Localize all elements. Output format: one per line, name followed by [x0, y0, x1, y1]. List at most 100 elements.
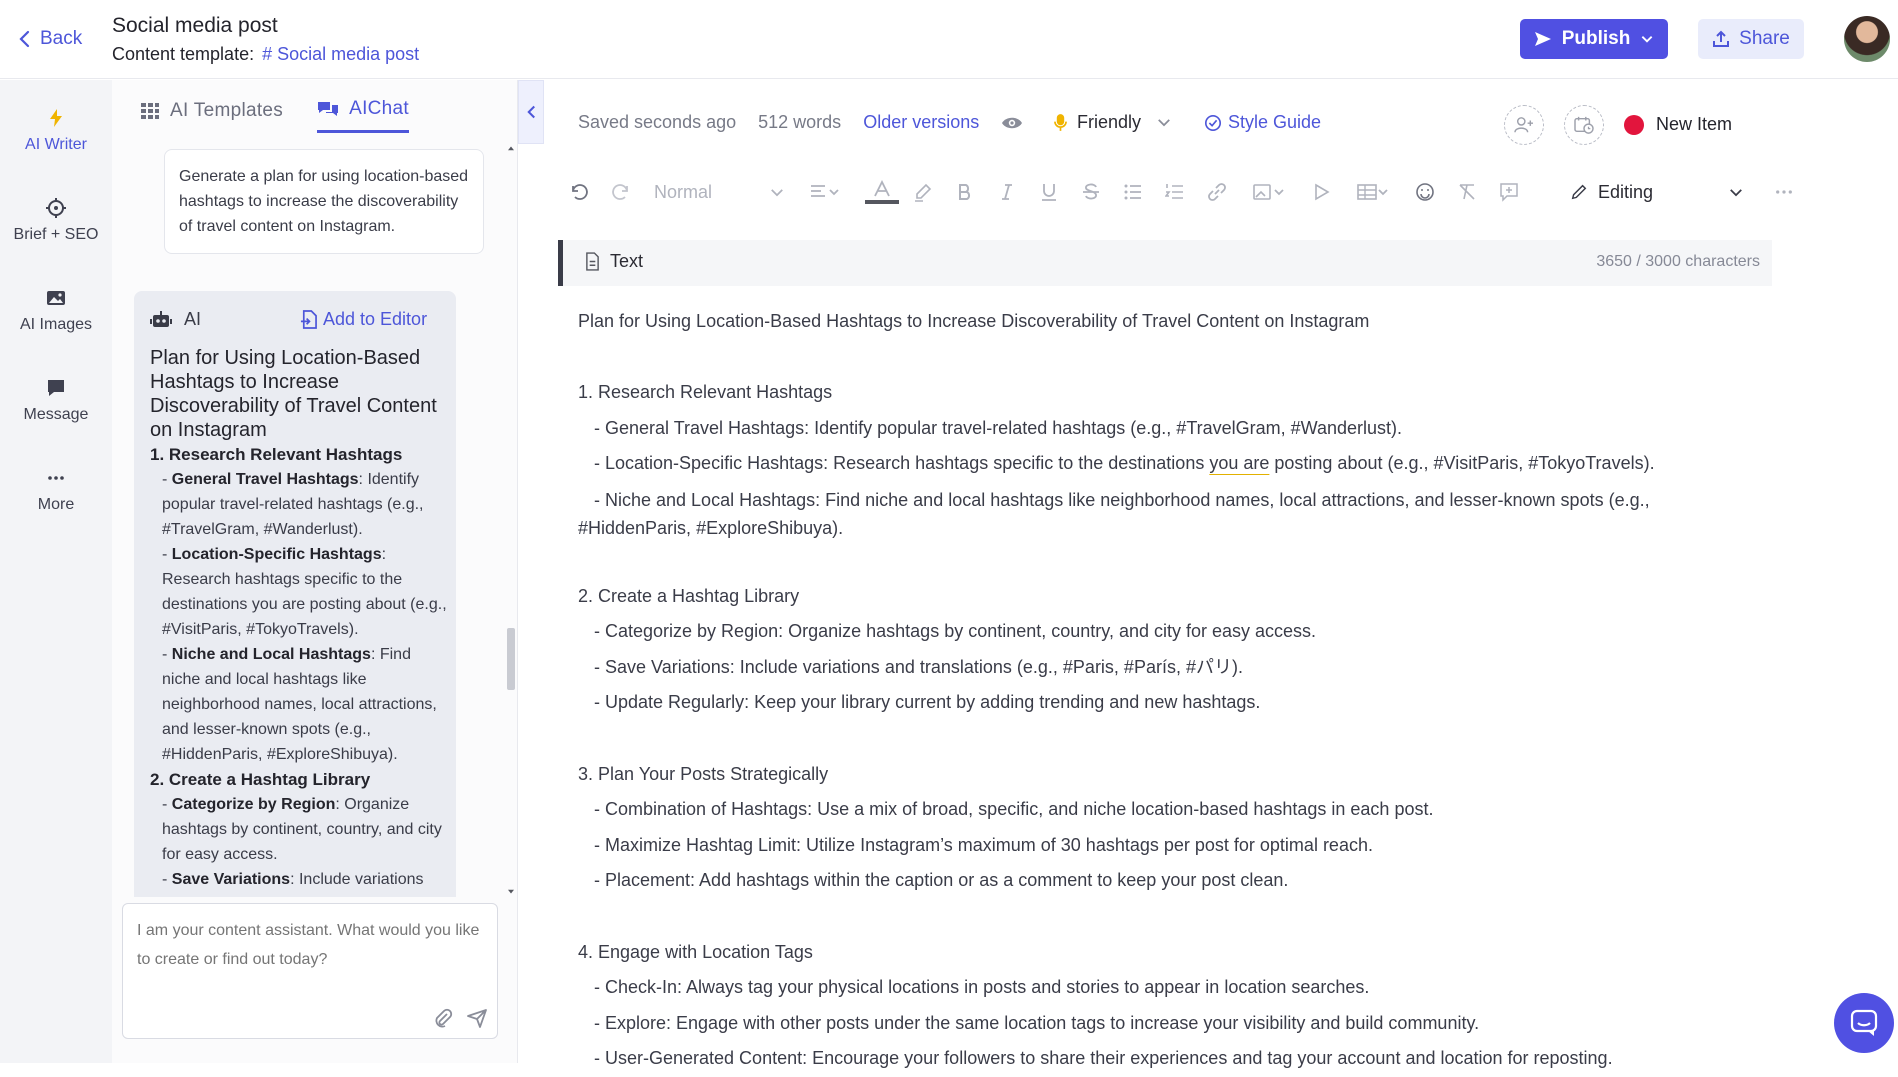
ai-bullet: - General Travel Hashtags: Identify popu… — [162, 471, 424, 538]
publish-button[interactable]: Publish — [1520, 19, 1668, 59]
back-button[interactable]: Back — [18, 28, 82, 50]
link-icon — [1208, 183, 1226, 201]
editing-mode-dropdown[interactable]: Editing — [1570, 176, 1793, 208]
nav-label: More — [37, 496, 75, 513]
ai-bullet: - Categorize by Region: Organize hashtag… — [162, 796, 442, 863]
chat-messages[interactable]: Generate a plan for using location-based… — [130, 145, 506, 897]
comment-button[interactable] — [1496, 176, 1522, 208]
template-link[interactable]: # Social media post — [262, 44, 419, 65]
text-field-header: Text 3650 / 3000 characters — [558, 240, 1772, 286]
eye-icon[interactable] — [1001, 115, 1023, 131]
tab-ai-templates[interactable]: AI Templates — [140, 98, 283, 133]
bullet-list-button[interactable] — [1120, 176, 1146, 208]
template-name: Social media post — [277, 44, 420, 64]
assign-user-button[interactable] — [1504, 105, 1544, 145]
doc-bullet: - User-Generated Content: Encourage your… — [594, 1048, 1613, 1069]
ai-response-header: AI — [150, 309, 201, 330]
chevron-down-icon — [771, 188, 783, 196]
support-chat-button[interactable] — [1834, 993, 1894, 1053]
image-icon — [47, 291, 65, 305]
doc-heading: 2. Create a Hashtag Library — [578, 585, 800, 606]
bold-button[interactable] — [952, 176, 978, 208]
nav-item-ai-writer[interactable]: AI Writer — [0, 90, 112, 172]
style-guide-button[interactable]: Style Guide — [1204, 112, 1321, 133]
text-color-icon — [865, 180, 899, 204]
more-horizontal-icon[interactable] — [1775, 189, 1793, 195]
chat-input-box — [122, 903, 498, 1039]
chevron-left-icon — [19, 30, 30, 48]
user-message: Generate a plan for using location-based… — [164, 149, 484, 254]
send-icon[interactable] — [467, 1008, 487, 1028]
add-to-editor-button[interactable]: Add to Editor — [300, 309, 427, 330]
ai-bullet-bold: Save Variations — [171, 871, 291, 888]
highlight-button[interactable] — [910, 176, 936, 208]
tab-label: AI Templates — [170, 99, 284, 121]
doc-bullet-text: - Location-Specific Hashtags: Research h… — [594, 453, 1210, 474]
nav-item-brief-seo[interactable]: Brief + SEO — [0, 180, 112, 262]
user-avatar[interactable] — [1844, 16, 1890, 62]
chat-scrollbar[interactable] — [506, 145, 516, 897]
ai-section-heading: 2. Create a Hashtag Library — [150, 770, 371, 789]
nav-item-ai-images[interactable]: AI Images — [0, 270, 112, 352]
grid-icon — [141, 102, 159, 119]
collapse-panel-button[interactable] — [518, 80, 544, 144]
doc-bullet: - Combination of Hashtags: Use a mix of … — [594, 799, 1434, 820]
video-button[interactable] — [1308, 176, 1334, 208]
clear-format-button[interactable] — [1454, 176, 1480, 208]
redo-icon — [612, 184, 628, 200]
ai-bullet-text: : Include variations — [290, 871, 424, 888]
ai-bullet-bold: Niche and Local Hashtags — [171, 646, 371, 663]
italic-icon — [1002, 184, 1012, 200]
image-icon — [1253, 184, 1284, 200]
tone-label: Friendly — [1077, 112, 1142, 132]
doc-title: Plan for Using Location-Based Hashtags t… — [578, 311, 1370, 331]
numbered-list-button[interactable] — [1162, 176, 1188, 208]
tone-dropdown[interactable]: Friendly — [1054, 112, 1171, 133]
message-icon — [48, 380, 64, 396]
add-to-editor-label: Add to Editor — [323, 309, 428, 329]
older-versions-link[interactable]: Older versions — [863, 112, 979, 133]
text-color-button[interactable] — [864, 176, 900, 208]
underline-button[interactable] — [1036, 176, 1062, 208]
content-template-line: Content template: # Social media post — [112, 44, 419, 65]
tab-aichat[interactable]: AIChat — [317, 98, 409, 133]
grammar-suggestion[interactable]: you are — [1209, 453, 1269, 473]
share-button[interactable]: Share — [1698, 19, 1804, 59]
template-label: Content template: — [112, 44, 255, 64]
schedule-button[interactable] — [1564, 105, 1604, 145]
chat-input[interactable] — [137, 916, 483, 996]
scrollbar-thumb[interactable] — [507, 628, 515, 690]
nav-item-more[interactable]: More — [0, 450, 112, 532]
word-count: 512 words — [758, 112, 842, 132]
italic-button[interactable] — [994, 176, 1020, 208]
undo-button[interactable] — [566, 176, 592, 208]
text-style-select[interactable]: Normal — [654, 176, 784, 208]
nav-item-message[interactable]: Message — [0, 360, 112, 442]
field-label: Text — [585, 251, 643, 272]
upload-icon — [1713, 30, 1730, 47]
image-insert-dropdown[interactable] — [1246, 176, 1292, 208]
ai-bullet-bold: Categorize by Region — [171, 796, 336, 813]
doc-bullet: - Save Variations: Include variations an… — [594, 656, 1243, 677]
bullet-list-icon — [1124, 184, 1141, 200]
emoji-button[interactable] — [1412, 176, 1438, 208]
left-nav: AI Writer Brief + SEO AI Images Message … — [0, 80, 112, 1063]
align-dropdown[interactable] — [802, 176, 848, 208]
strikethrough-button[interactable] — [1078, 176, 1104, 208]
top-header: Back Social media post Content template:… — [0, 0, 1898, 79]
ai-bullet: - Location-Specific Hashtags: Research h… — [162, 546, 447, 638]
redo-button[interactable] — [608, 176, 634, 208]
doc-bullet: - Categorize by Region: Organize hashtag… — [594, 621, 1317, 642]
text-style-label: Normal — [654, 181, 713, 202]
paperclip-icon[interactable] — [433, 1008, 453, 1028]
send-icon — [1534, 32, 1551, 46]
document-body[interactable]: Plan for Using Location-Based Hashtags t… — [578, 304, 1778, 1077]
user-plus-icon — [1514, 117, 1533, 133]
link-button[interactable] — [1204, 176, 1230, 208]
file-import-icon — [300, 310, 317, 329]
share-label: Share — [1739, 28, 1790, 49]
table-dropdown[interactable] — [1350, 176, 1396, 208]
play-icon — [1315, 183, 1330, 201]
document-icon — [586, 252, 599, 271]
status-dropdown[interactable]: New Item — [1624, 114, 1732, 135]
